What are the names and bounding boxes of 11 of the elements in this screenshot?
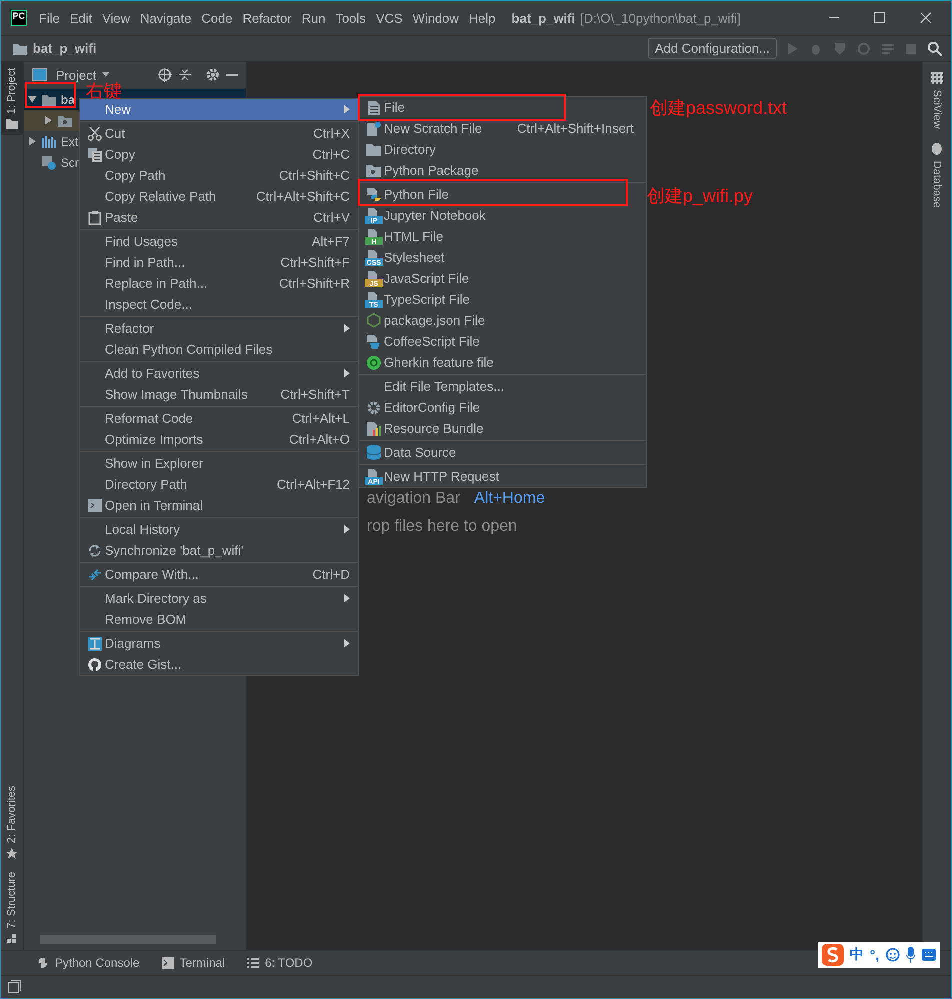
app-logo: PC <box>11 10 27 26</box>
project-path: [D:\O\_10python\bat_p_wifi] <box>580 10 741 26</box>
editor-hint: rop files here to open <box>367 518 518 536</box>
tree-label: ba <box>61 92 76 106</box>
annotation-label: 创建p_wifi.py <box>647 185 754 208</box>
tree-label: Ext <box>61 134 78 148</box>
tree-label: Scr <box>61 156 79 170</box>
editor-hint: avigation Bar <box>367 490 460 508</box>
shortcut-hint: Alt+Home <box>474 490 546 508</box>
annotation-label: 创建password.txt <box>650 97 788 120</box>
window-title: bat_p_wifi <box>512 10 576 26</box>
